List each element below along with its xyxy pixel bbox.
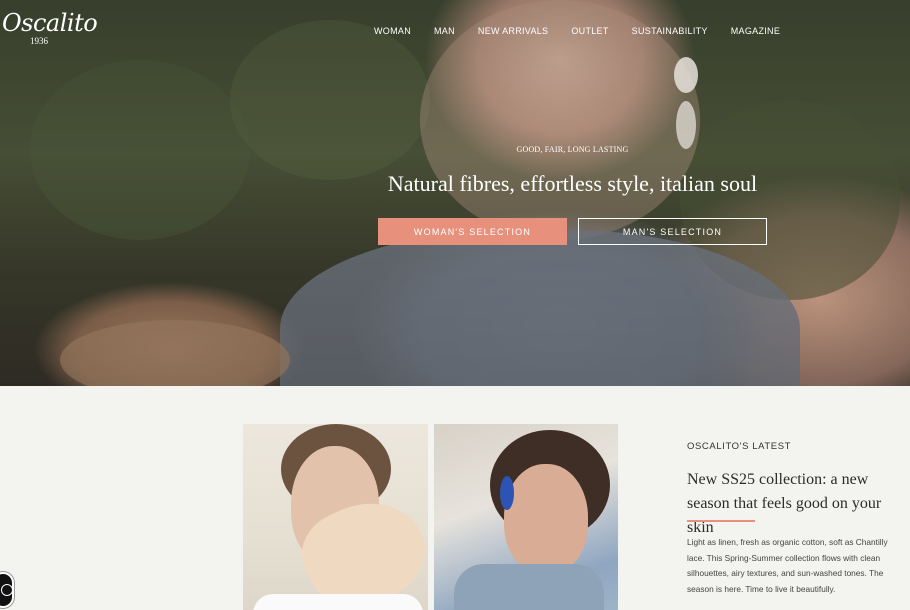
latest-section-label: OSCALITO'S LATEST (687, 441, 792, 452)
hero-foliage (30, 60, 250, 240)
photo-model-top (253, 594, 423, 610)
hero-model-face (420, 0, 700, 240)
hero-model-top (280, 230, 800, 386)
nav-item-man[interactable]: MAN (434, 26, 455, 36)
photo-model-face (504, 464, 588, 574)
latest-article-title[interactable]: New SS25 collection: a new season that f… (687, 468, 907, 540)
man-selection-button[interactable]: MAN'S SELECTION (578, 218, 767, 245)
nav-item-magazine[interactable]: MAGAZINE (731, 26, 780, 36)
hero-rock (60, 320, 290, 386)
hero-foliage (680, 100, 900, 300)
logo-year: 1936 (30, 36, 48, 46)
accessibility-icon[interactable] (0, 572, 14, 608)
nav-item-outlet[interactable]: OUTLET (571, 26, 608, 36)
brand-logo[interactable]: Oscalito 1936 (2, 9, 98, 46)
collection-photo-1[interactable] (243, 424, 428, 610)
hero-eyebrow: GOOD, FAIR, LONG LASTING (516, 145, 629, 154)
nav-item-woman[interactable]: WOMAN (374, 26, 411, 36)
latest-article-body: Light as linen, fresh as organic cotton,… (687, 537, 888, 594)
photo-model-top (454, 564, 604, 610)
nav-item-sustainability[interactable]: SUSTAINABILITY (632, 26, 708, 36)
woman-selection-button[interactable]: WOMAN'S SELECTION (378, 218, 567, 245)
hero-earring-image (674, 57, 698, 149)
collection-photo-2[interactable] (434, 424, 618, 610)
hero-headline: Natural fibres, effortless style, italia… (387, 171, 758, 196)
photo-blue-earring (500, 476, 514, 510)
latest-accent-rule (687, 520, 755, 522)
logo-wordmark: Oscalito (2, 9, 98, 37)
main-nav: WOMAN MAN NEW ARRIVALS OUTLET SUSTAINABI… (374, 26, 803, 36)
hero-foliage (230, 20, 430, 180)
nav-item-new-arrivals[interactable]: NEW ARRIVALS (478, 26, 548, 36)
